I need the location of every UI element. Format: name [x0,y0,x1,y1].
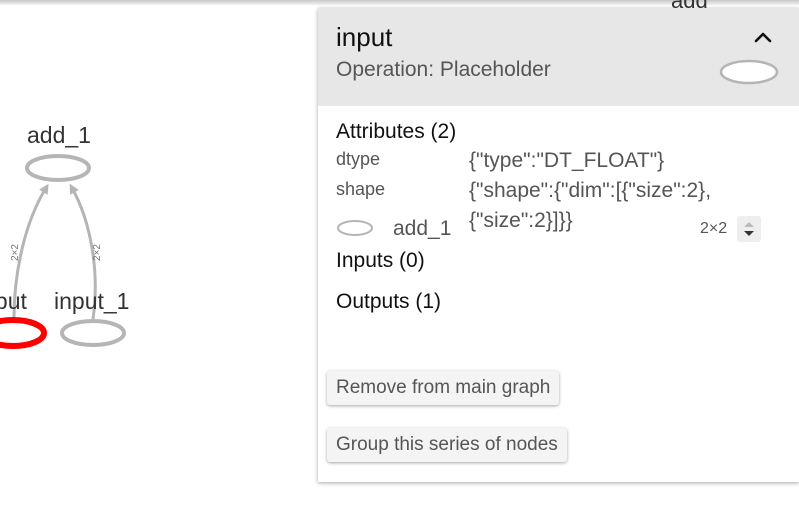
attributes-heading: Attributes (2) [336,120,457,143]
node-label-input: input [0,288,27,314]
attr-value-shape-line1: {"shape":{"dim":[{"size":2}, [469,179,712,202]
node-add_1 [25,154,91,182]
graph-canvas[interactable] [0,0,320,512]
output-item-add_1[interactable]: add_1 [393,217,451,241]
node-title: input [336,22,393,52]
group-series-button[interactable]: Group this series of nodes [327,428,567,462]
node-input_1 [60,319,126,347]
node-input-selected [0,317,47,349]
edge-label-left-shape: 2×2 [9,244,21,261]
graph-viewer: add_1 input input_1 2×2 2×2 add input Op… [0,0,799,512]
output-expand-toggle[interactable] [737,216,761,242]
edge-label-right-shape: 2×2 [91,244,103,261]
node-info-card: input Operation: Placeholder Attributes … [318,8,799,482]
attr-key-dtype: dtype [336,149,381,169]
remove-from-main-graph-button[interactable]: Remove from main graph [327,371,560,405]
chevron-up-icon [754,32,772,43]
outputs-heading: Outputs (1) [336,290,442,313]
node-label-add_1: add_1 [27,122,91,148]
attr-value-shape-line2: {"size":2}]}} [469,209,573,232]
output-node-icon [337,220,373,236]
attr-value-dtype: {"type":"DT_FLOAT"} [469,149,665,172]
output-shape-label: 2×2 [700,220,728,237]
info-card-header: input Operation: Placeholder [318,8,799,106]
attr-key-shape: shape [336,179,386,199]
sort-arrows-icon [737,216,761,242]
collapse-button[interactable] [750,24,776,50]
node-label-input_1: input_1 [54,288,130,314]
node-operation: Operation: Placeholder [336,58,551,81]
node-shape-icon [719,59,779,85]
inputs-heading: Inputs (0) [336,249,425,272]
